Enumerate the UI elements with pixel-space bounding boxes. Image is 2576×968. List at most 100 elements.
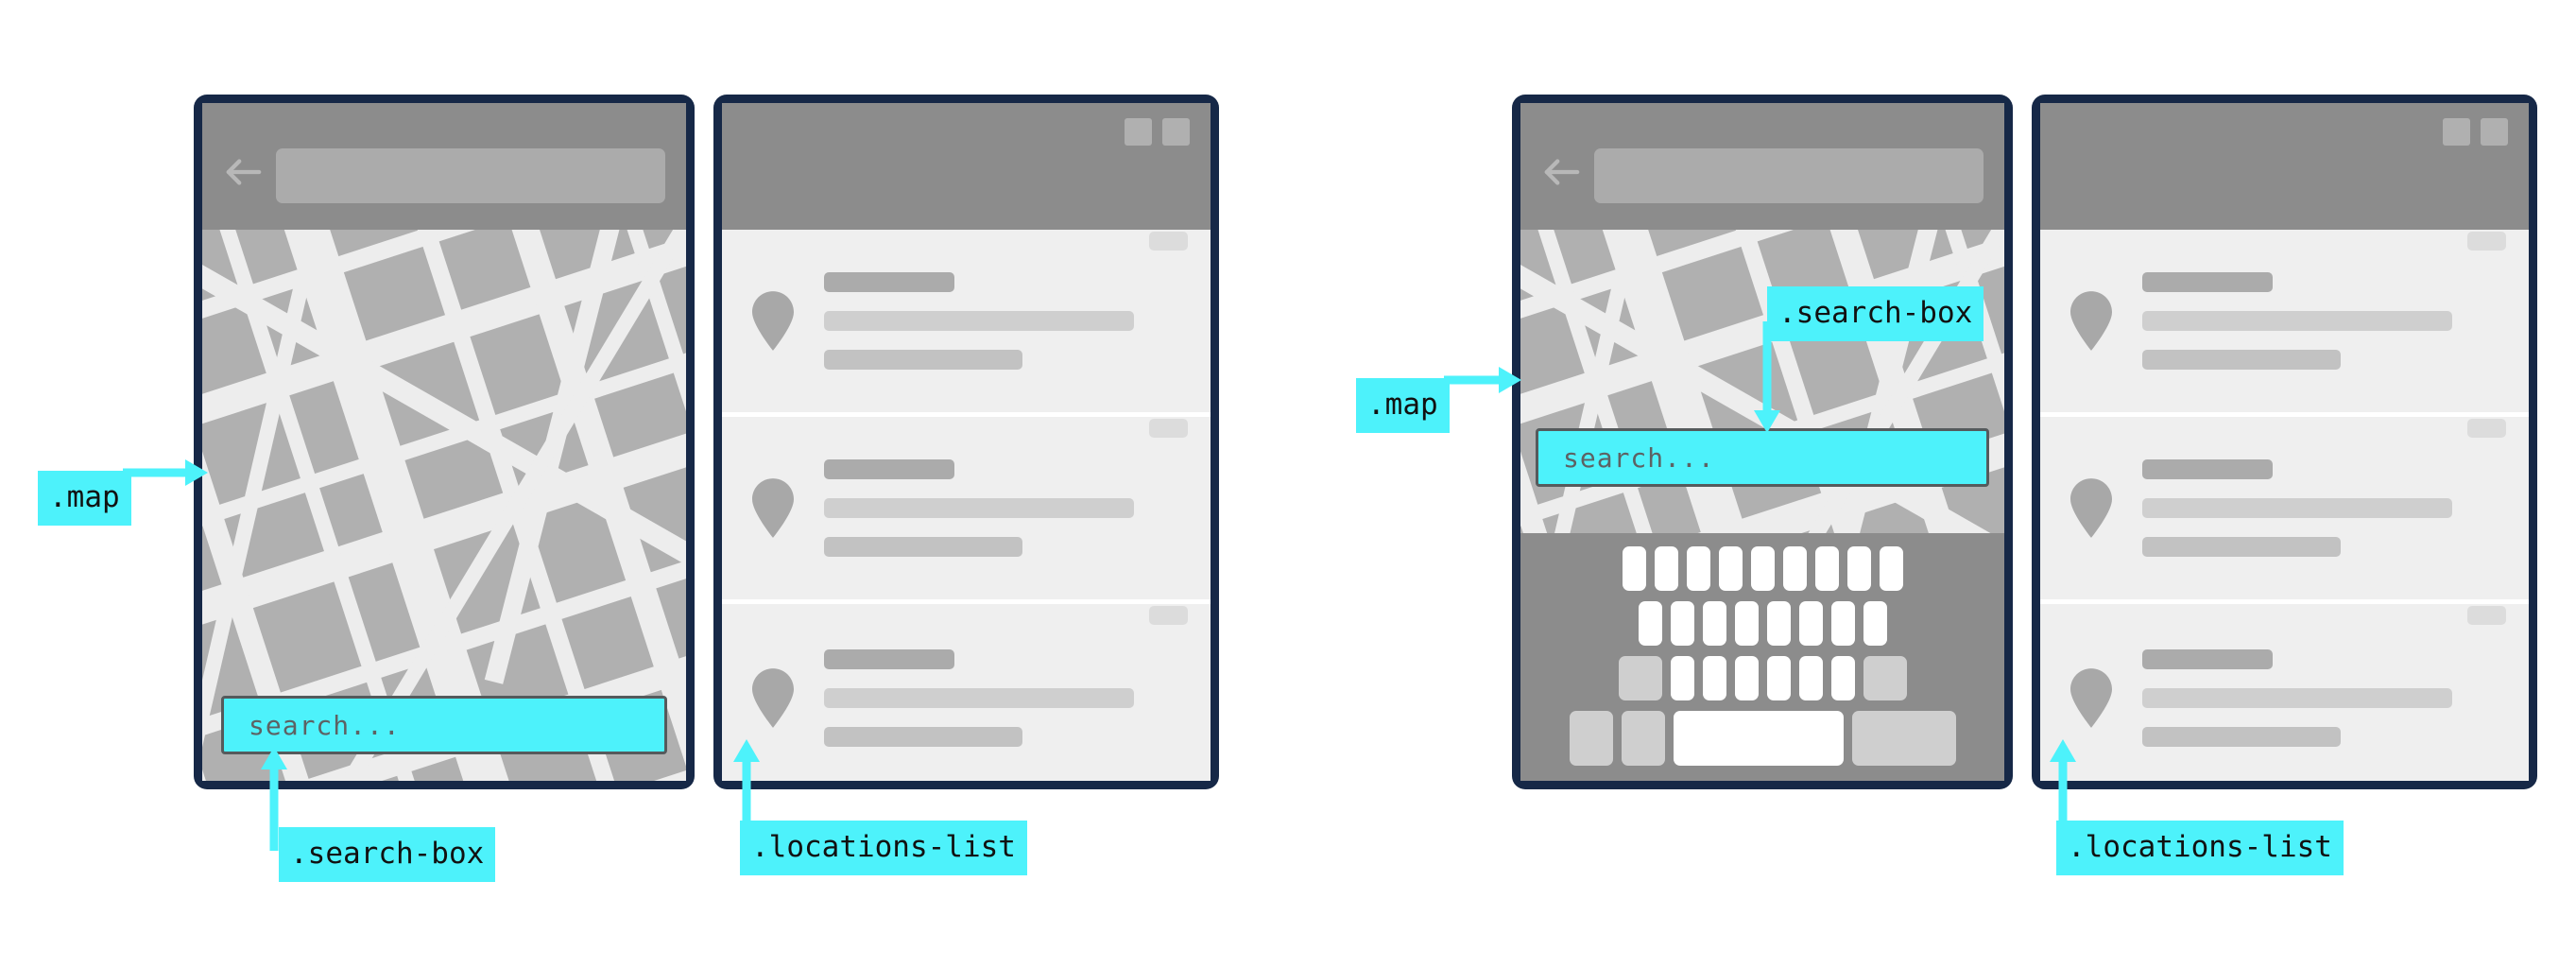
keyboard-key[interactable] bbox=[1702, 601, 1726, 646]
search-box-annotation-label-left: .search-box bbox=[279, 827, 496, 882]
list-item[interactable] bbox=[722, 230, 1211, 417]
locations-list-body[interactable] bbox=[722, 230, 1211, 781]
map-pin-icon bbox=[752, 667, 794, 728]
search-box-annotation-label-right: .search-box bbox=[1767, 286, 1984, 341]
pin-wrapper bbox=[747, 478, 799, 538]
keyboard-key[interactable] bbox=[1718, 546, 1743, 591]
map-annotation-label-right: .map bbox=[1356, 378, 1450, 433]
list-item-title-placeholder bbox=[2142, 459, 2273, 479]
list-item[interactable] bbox=[722, 604, 1211, 781]
keyboard-key[interactable] bbox=[1702, 656, 1726, 700]
keyboard-key[interactable] bbox=[1750, 546, 1775, 591]
list-item-content bbox=[799, 272, 1149, 370]
list-item-line2-placeholder bbox=[824, 537, 1022, 557]
list-item-line2-placeholder bbox=[824, 350, 1022, 370]
keyboard-key[interactable] bbox=[1766, 601, 1791, 646]
symbols-key[interactable] bbox=[1569, 711, 1613, 766]
keyboard-key[interactable] bbox=[1670, 601, 1694, 646]
map-pin-icon bbox=[2070, 291, 2112, 351]
map-topbar bbox=[1520, 103, 2004, 230]
back-arrow-icon[interactable] bbox=[1543, 156, 1581, 188]
pin-wrapper bbox=[2065, 478, 2118, 538]
keyboard-row-3 bbox=[1532, 656, 1993, 700]
keyboard-row-4 bbox=[1532, 711, 1993, 766]
map[interactable]: search... bbox=[202, 103, 686, 781]
list-item-line1-placeholder bbox=[2142, 498, 2452, 518]
map-annotation-arrow-left bbox=[123, 459, 208, 486]
pin-wrapper bbox=[2065, 667, 2118, 728]
list-item-line1-placeholder bbox=[824, 311, 1134, 331]
keyboard-key[interactable] bbox=[1766, 656, 1791, 700]
map-pin-icon bbox=[752, 478, 794, 538]
keyboard-key[interactable] bbox=[1863, 601, 1887, 646]
map-panel-frame-wide: search... bbox=[194, 95, 695, 789]
list-item-content bbox=[799, 648, 1149, 747]
map-pin-icon bbox=[2070, 667, 2112, 728]
pin-wrapper bbox=[2065, 291, 2118, 351]
list-item[interactable] bbox=[2040, 604, 2529, 781]
emoji-key[interactable] bbox=[1621, 711, 1665, 766]
topbar-search-field[interactable] bbox=[1594, 148, 1984, 203]
maximize-button[interactable] bbox=[2481, 118, 2508, 146]
keyboard-key[interactable] bbox=[1846, 546, 1871, 591]
keyboard-key[interactable] bbox=[1654, 546, 1678, 591]
locations-list-annotation-label-left: .locations-list bbox=[740, 821, 1027, 875]
list-topbar bbox=[2040, 103, 2529, 230]
maximize-button[interactable] bbox=[1162, 118, 1190, 146]
search-input-placeholder: search... bbox=[249, 709, 401, 741]
keyboard-key[interactable] bbox=[1670, 656, 1694, 700]
list-item[interactable] bbox=[2040, 417, 2529, 604]
topbar-search-field[interactable] bbox=[276, 148, 665, 203]
list-item[interactable] bbox=[722, 417, 1211, 604]
on-screen-keyboard[interactable] bbox=[1520, 533, 2004, 781]
map-pin-icon bbox=[2070, 478, 2112, 538]
search-box[interactable]: search... bbox=[1536, 428, 1989, 487]
list-item-line1-placeholder bbox=[2142, 311, 2452, 331]
list-item-line1-placeholder bbox=[2142, 687, 2452, 708]
backspace-key[interactable] bbox=[1863, 656, 1907, 700]
list-item-line2-placeholder bbox=[2142, 726, 2341, 747]
keyboard-key[interactable] bbox=[1734, 656, 1759, 700]
locations-list-panel-frame-wide bbox=[713, 95, 1219, 789]
back-arrow-icon[interactable] bbox=[225, 156, 263, 188]
keyboard-key[interactable] bbox=[1686, 546, 1710, 591]
keyboard-key[interactable] bbox=[1734, 601, 1759, 646]
pin-wrapper bbox=[747, 667, 799, 728]
list-item-line2-placeholder bbox=[2142, 537, 2341, 557]
list-item-title-placeholder bbox=[824, 459, 954, 479]
map-panel-frame-narrow: search... bbox=[1512, 95, 2013, 789]
keyboard-key[interactable] bbox=[1798, 601, 1823, 646]
locations-list-annotation-label-right: .locations-list bbox=[2056, 821, 2344, 875]
keyboard-key[interactable] bbox=[1798, 656, 1823, 700]
locations-list-panel-frame-narrow bbox=[2032, 95, 2537, 789]
list-item[interactable] bbox=[2040, 230, 2529, 417]
space-key[interactable] bbox=[1673, 711, 1844, 766]
minimize-button[interactable] bbox=[2443, 118, 2470, 146]
list-item-line2-placeholder bbox=[2142, 350, 2341, 370]
list-item-title-placeholder bbox=[2142, 648, 2273, 669]
map-annotation-arrow-right bbox=[1444, 367, 1521, 393]
list-item-line1-placeholder bbox=[824, 687, 1134, 708]
locations-list[interactable] bbox=[2040, 103, 2529, 781]
keyboard-key[interactable] bbox=[1830, 601, 1855, 646]
map-annotation-label-left: .map bbox=[38, 471, 131, 526]
return-key[interactable] bbox=[1851, 711, 1956, 766]
locations-list-body[interactable] bbox=[2040, 230, 2529, 781]
list-topbar bbox=[722, 103, 1211, 230]
keyboard-key[interactable] bbox=[1814, 546, 1839, 591]
keyboard-key[interactable] bbox=[1830, 656, 1855, 700]
minimize-button[interactable] bbox=[1125, 118, 1152, 146]
keyboard-key[interactable] bbox=[1622, 546, 1646, 591]
shift-key[interactable] bbox=[1618, 656, 1662, 700]
window-controls bbox=[2443, 118, 2508, 146]
search-box[interactable]: search... bbox=[221, 696, 667, 754]
pin-wrapper bbox=[747, 291, 799, 351]
map[interactable]: search... bbox=[1520, 103, 2004, 781]
list-item-badge bbox=[1149, 232, 1188, 251]
keyboard-key[interactable] bbox=[1638, 601, 1662, 646]
keyboard-key[interactable] bbox=[1782, 546, 1807, 591]
locations-list[interactable] bbox=[722, 103, 1211, 781]
list-item-content bbox=[2118, 459, 2467, 557]
list-item-title-placeholder bbox=[824, 272, 954, 292]
keyboard-key[interactable] bbox=[1879, 546, 1903, 591]
